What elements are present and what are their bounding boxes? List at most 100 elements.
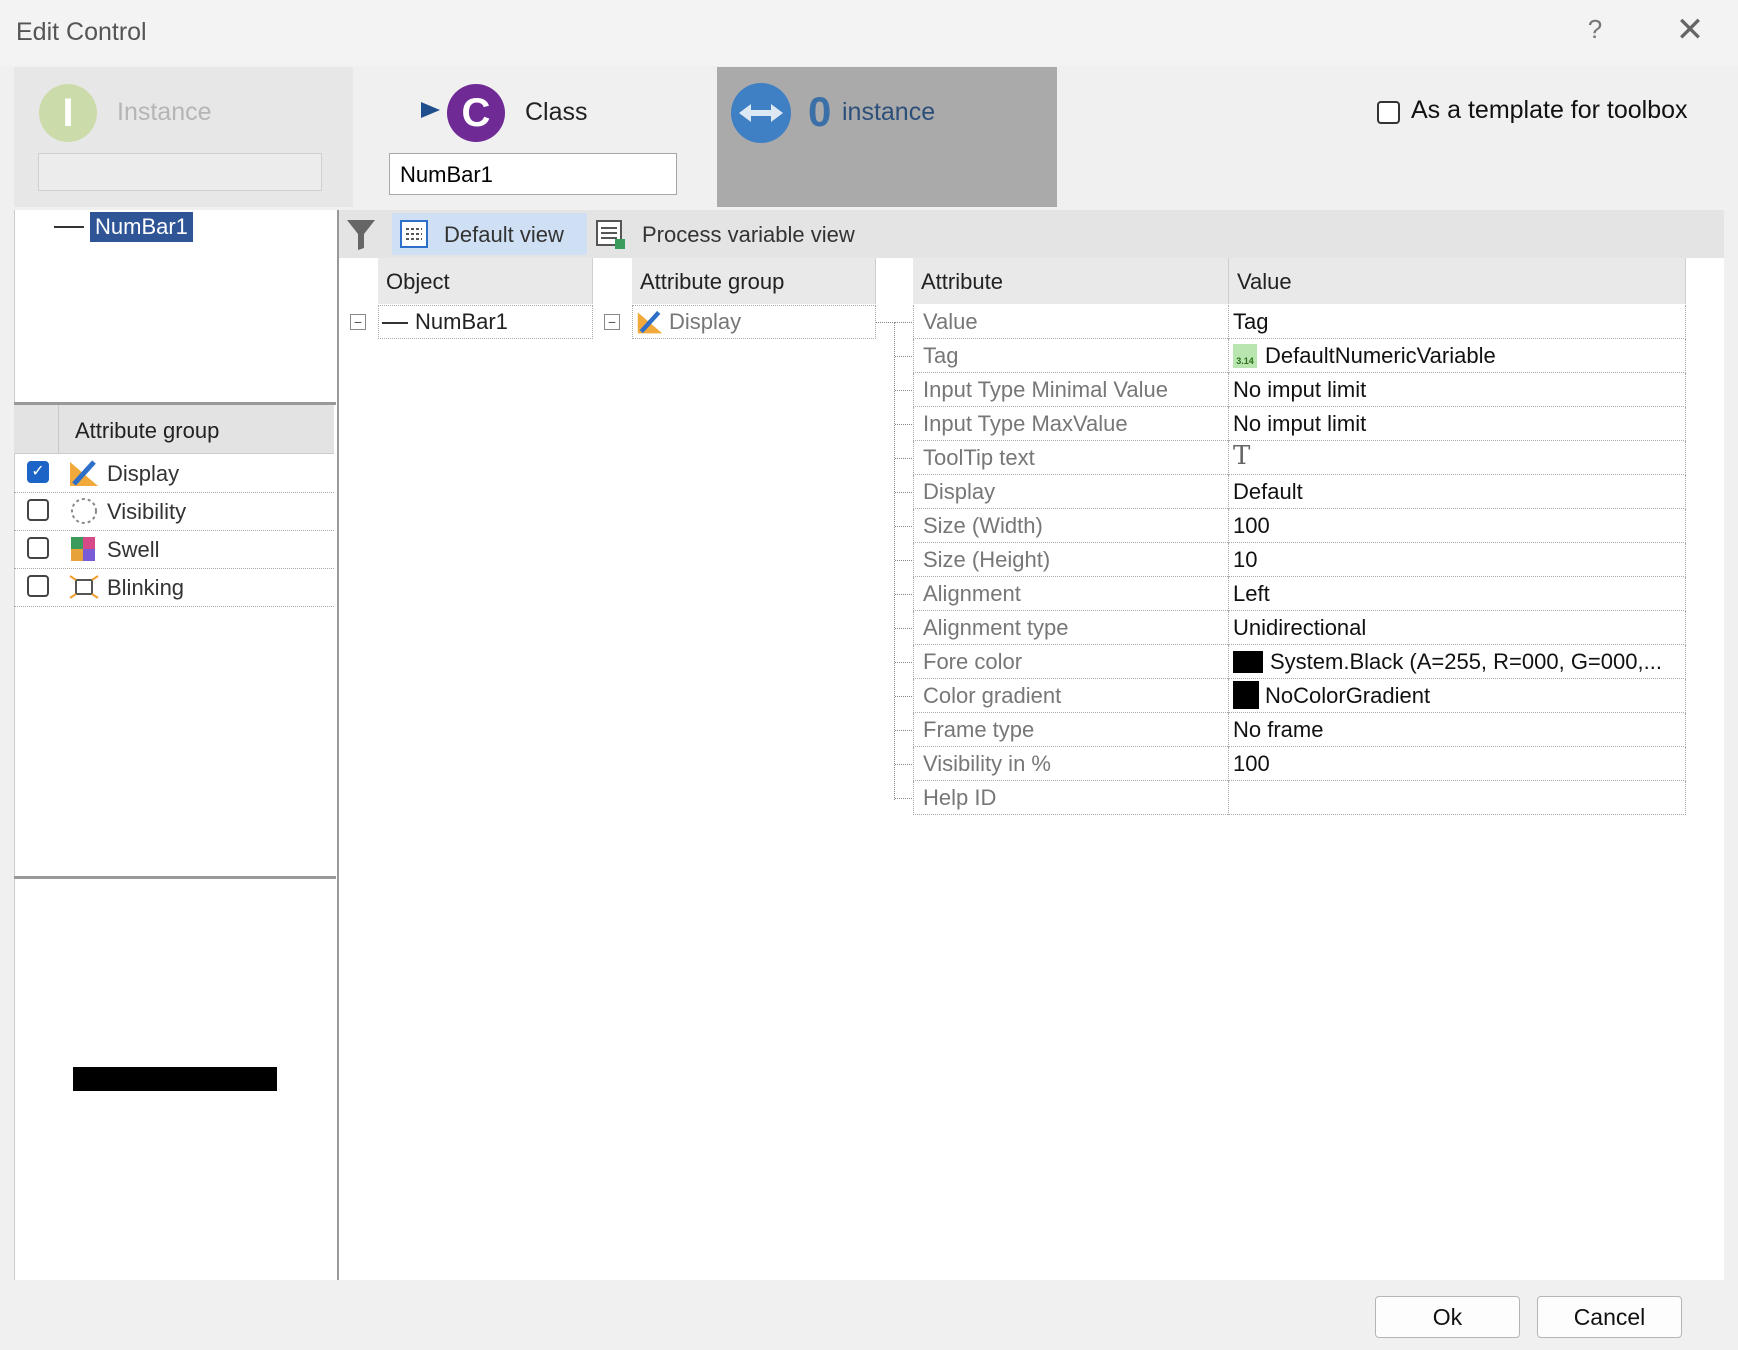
panel-divider[interactable] <box>14 876 336 879</box>
object-label: NumBar1 <box>415 309 508 334</box>
attribute-name: Display <box>923 479 996 504</box>
window-title: Edit Control <box>16 18 147 46</box>
attribute-group-label: Swell <box>107 537 160 562</box>
tree-connector <box>895 390 912 391</box>
tree-connector <box>895 764 912 765</box>
help-button[interactable]: ? <box>1580 14 1610 45</box>
attribute-value[interactable]: 100 <box>1233 513 1270 539</box>
attribute-value[interactable]: Left <box>1233 581 1270 607</box>
pencil-ruler-icon <box>637 310 663 334</box>
attribute-group-row[interactable] <box>14 531 334 569</box>
collapse-toggle[interactable]: − <box>604 314 620 330</box>
cancel-button[interactable]: Cancel <box>1537 1296 1682 1338</box>
attribute-name: Size (Width) <box>923 513 1043 538</box>
visibility-checkbox[interactable] <box>27 499 49 521</box>
cell-separator <box>1228 305 1230 339</box>
attribute-name: ToolTip text <box>923 445 1035 470</box>
close-button[interactable]: ✕ <box>1670 10 1710 50</box>
attribute-name: Help ID <box>923 785 997 810</box>
template-checkbox-label[interactable]: As a template for toolbox <box>1411 96 1688 125</box>
attribute-value[interactable]: Tag <box>1233 309 1268 335</box>
process-variable-view-icon[interactable] <box>595 219 627 251</box>
cell-separator <box>1228 781 1230 815</box>
tree-connector <box>895 594 912 595</box>
tree-connector <box>876 322 895 323</box>
swell-checkbox[interactable] <box>27 537 49 559</box>
ok-button[interactable]: Ok <box>1375 1296 1520 1338</box>
instance-count: 0 <box>808 88 832 135</box>
control-preview <box>73 1067 277 1091</box>
process-variable-view-label[interactable]: Process variable view <box>642 222 855 248</box>
group-label: Display <box>669 309 742 334</box>
tree-line-icon <box>382 322 408 324</box>
numeric-variable-icon: 3.14 <box>1233 344 1257 368</box>
cell-separator <box>1228 543 1230 577</box>
class-label: Class <box>525 98 588 126</box>
instance-label: Instance <box>117 98 212 126</box>
blink-icon <box>69 575 99 599</box>
cell-separator <box>1228 373 1230 407</box>
tree-connector <box>895 356 912 357</box>
attribute-name: Color gradient <box>923 683 1062 708</box>
cell-separator <box>1228 407 1230 441</box>
cell-separator <box>1228 679 1230 713</box>
attribute-name: Frame type <box>923 717 1035 742</box>
attribute-row[interactable] <box>913 577 1686 611</box>
attribute-name: Size (Height) <box>923 547 1051 572</box>
template-checkbox[interactable] <box>1377 101 1400 124</box>
chart-icon <box>71 537 95 561</box>
attribute-value[interactable]: No imput limit <box>1233 377 1366 403</box>
attribute-name: Tag <box>923 343 959 368</box>
tree-connector <box>895 560 912 561</box>
tree-connector <box>895 628 912 629</box>
title-bar <box>0 0 1738 66</box>
attribute-group-label: Display <box>107 461 180 486</box>
attribute-value[interactable]: DefaultNumericVariable <box>1265 343 1496 369</box>
tree-connector <box>895 730 912 731</box>
tree-connector <box>895 424 912 425</box>
collapse-toggle[interactable]: − <box>350 314 366 330</box>
attribute-column-header[interactable]: Attribute <box>913 258 1229 304</box>
attribute-value[interactable]: 10 <box>1233 547 1257 573</box>
tree-connector <box>894 322 895 800</box>
tree-connector <box>895 526 912 527</box>
attribute-value[interactable]: Default <box>1233 479 1303 505</box>
tree-connector <box>895 492 912 493</box>
tree-node-label[interactable]: NumBar1 <box>90 212 193 242</box>
default-view-label[interactable]: Default view <box>444 222 564 248</box>
cell-separator <box>1228 577 1230 611</box>
attribute-name: Alignment <box>923 581 1021 606</box>
text-t-icon[interactable]: T <box>1233 441 1250 471</box>
tree-connector <box>895 458 912 459</box>
attribute-group-header-label: Attribute group <box>75 418 220 443</box>
link-arrows-icon <box>731 83 791 143</box>
class-circle-icon: C <box>447 84 505 142</box>
attribute-value[interactable]: 100 <box>1233 751 1270 777</box>
attribute-value[interactable]: No imput limit <box>1233 411 1366 437</box>
class-name-input[interactable]: NumBar1 <box>389 153 677 195</box>
value-column-header[interactable]: Value <box>1229 258 1686 304</box>
attribute-row[interactable] <box>913 781 1686 815</box>
attribute-value[interactable]: Unidirectional <box>1233 615 1366 641</box>
tree-connector <box>895 322 912 323</box>
attribute-name: Value <box>923 309 978 334</box>
tree-node[interactable]: NumBar1 <box>54 212 193 242</box>
attribute-value[interactable]: NoColorGradient <box>1265 683 1430 709</box>
cell-separator <box>1228 713 1230 747</box>
dashed-circle-icon <box>71 498 97 524</box>
attribute-row[interactable] <box>913 305 1686 339</box>
attribute-name: Input Type Minimal Value <box>923 377 1168 402</box>
attribute-value[interactable]: System.Black (A=255, R=000, G=000,... <box>1270 649 1662 675</box>
filter-icon[interactable] <box>345 218 377 252</box>
attribute-group-label: Visibility <box>107 499 187 524</box>
attribute-group-column-header[interactable]: Attribute group <box>632 258 876 304</box>
color-swatch <box>1233 651 1263 673</box>
list-view-icon <box>400 220 428 248</box>
cell-separator <box>1228 747 1230 781</box>
object-column-header[interactable]: Object <box>378 258 593 304</box>
blinking-checkbox[interactable] <box>27 575 49 597</box>
arrow-right-icon <box>235 102 440 118</box>
display-checkbox[interactable]: ✓ <box>27 461 49 483</box>
attribute-value[interactable]: No frame <box>1233 717 1323 743</box>
color-swatch <box>1233 681 1259 709</box>
